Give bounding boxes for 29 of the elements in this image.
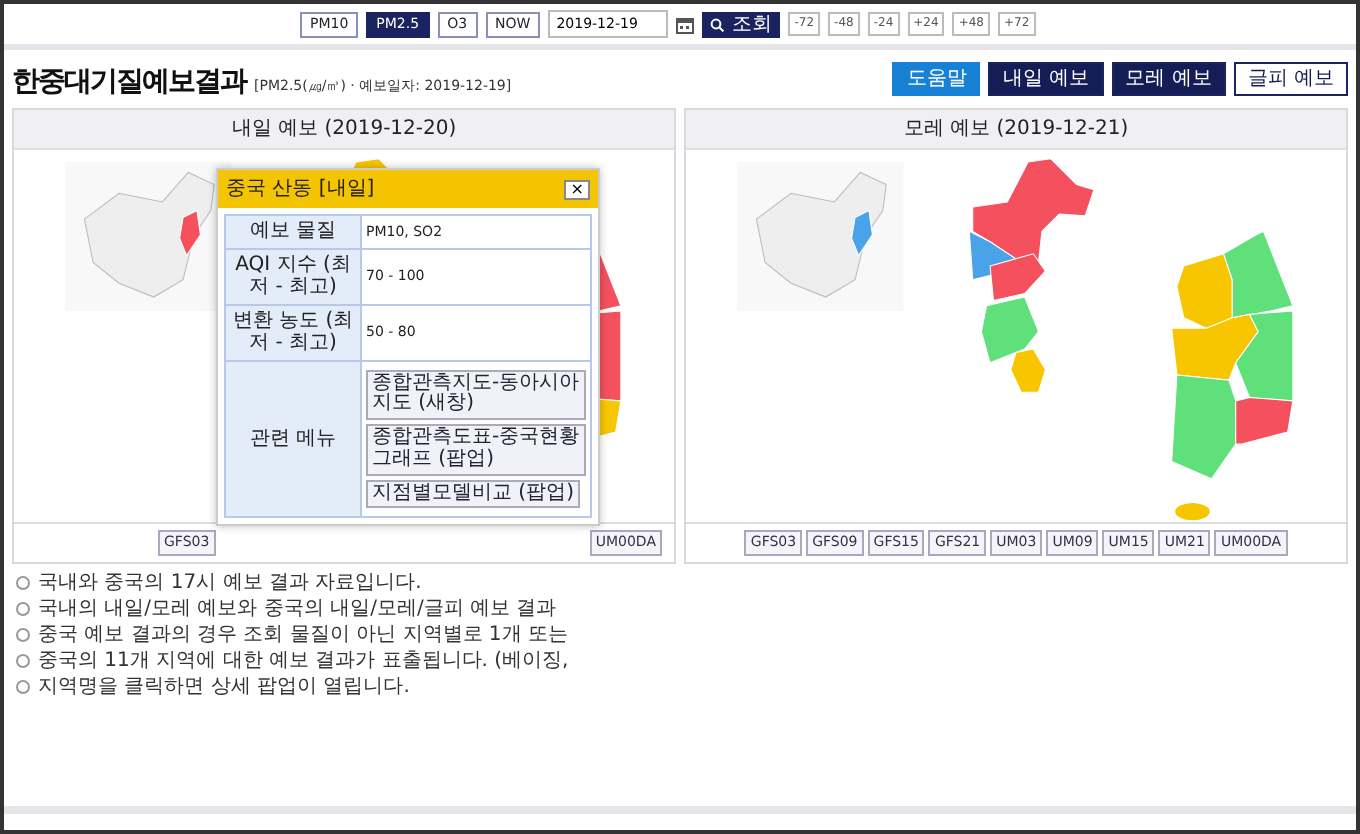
help-button[interactable]: 도움말 bbox=[892, 62, 981, 96]
panel-title: 내일 예보 (2019-12-20) bbox=[14, 110, 674, 150]
field-label: AQI 지수 (최저 - 최고) bbox=[225, 248, 361, 304]
calendar-icon[interactable] bbox=[676, 15, 695, 33]
field-label: 예보 물질 bbox=[225, 215, 361, 248]
forecast-day-button[interactable]: 모레 예보 bbox=[1111, 62, 1226, 96]
note-text: 국내의 내일/모레 예보와 중국의 내일/모레/글피 예보 결과 bbox=[38, 596, 557, 622]
popup-title: 중국 산동 [내일] bbox=[226, 176, 375, 204]
note-text: 중국의 11개 지역에 대한 예보 결과가 표출됩니다. (베이징, bbox=[38, 648, 569, 674]
search-icon bbox=[710, 17, 725, 31]
field-label: 변환 농도 (최저 - 최고) bbox=[225, 304, 361, 360]
search-button[interactable]: 조회 bbox=[702, 11, 781, 37]
bullet-icon bbox=[16, 654, 30, 668]
close-button[interactable]: × bbox=[564, 179, 590, 199]
panel-title: 모레 예보 (2019-12-21) bbox=[686, 110, 1346, 150]
forecast-day-button[interactable]: 내일 예보 bbox=[988, 62, 1104, 96]
forecast-day-button[interactable]: 글피 예보 bbox=[1233, 62, 1348, 96]
note-text: 중국 예보 결과의 경우 조회 물질이 아닌 지역별로 1개 또는 bbox=[38, 622, 568, 648]
menu-link-button[interactable]: 종합관측지도-동아시아지도 (새창) bbox=[366, 369, 586, 421]
field-label: 관련 메뉴 bbox=[225, 360, 361, 518]
menu-link-button[interactable]: 지점별모델비교 (팝업) bbox=[366, 479, 580, 509]
page-title: 한중대기질예보결과 bbox=[12, 64, 246, 102]
bullet-icon bbox=[16, 680, 30, 694]
bullet-icon bbox=[16, 602, 30, 616]
menu-link-button[interactable]: 종합관측도표-중국현황 그래프 (팝업) bbox=[366, 424, 586, 476]
note-text: 국내와 중국의 17시 예보 결과 자료입니다. bbox=[38, 570, 422, 596]
bullet-icon bbox=[16, 628, 30, 642]
bullet-icon bbox=[16, 576, 30, 590]
note-text: 지역명을 클릭하면 상세 팝업이 열립니다. bbox=[38, 674, 410, 700]
